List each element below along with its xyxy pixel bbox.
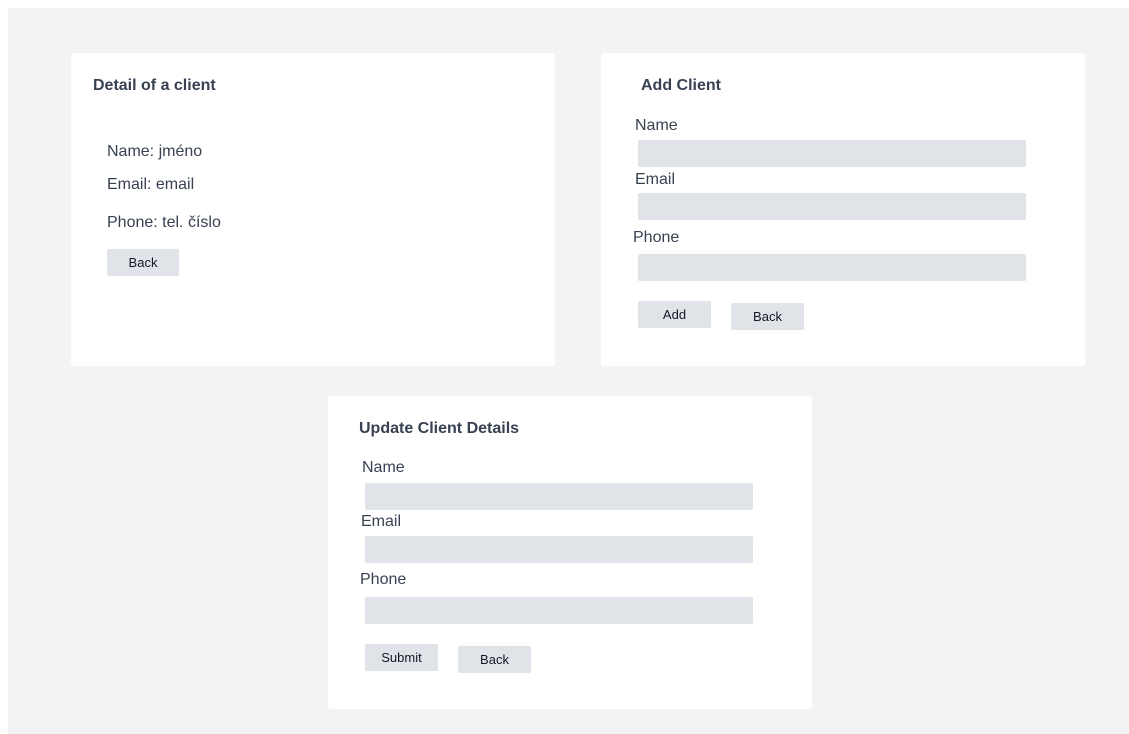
client-detail-card: Detail of a client Name: jméno Email: em… <box>71 53 555 366</box>
update-phone-input[interactable] <box>365 597 753 624</box>
add-email-label: Email <box>635 171 676 188</box>
update-name-input[interactable] <box>365 483 753 510</box>
client-detail-title: Detail of a client <box>93 77 216 94</box>
client-phone-line: Phone: tel. číslo <box>107 214 221 231</box>
update-client-card: Update Client Details Name Email Phone S… <box>328 396 812 709</box>
add-client-title: Add Client <box>641 77 721 94</box>
update-back-button[interactable]: Back <box>458 646 531 673</box>
add-phone-input[interactable] <box>638 254 1026 281</box>
add-name-label: Name <box>635 117 678 134</box>
add-email-input[interactable] <box>638 193 1026 220</box>
update-name-label: Name <box>362 459 405 476</box>
update-client-title: Update Client Details <box>359 420 520 437</box>
update-submit-button[interactable]: Submit <box>365 644 438 671</box>
add-back-button[interactable]: Back <box>731 303 804 330</box>
client-name-line: Name: jméno <box>107 143 203 160</box>
add-client-button[interactable]: Add <box>638 301 711 328</box>
update-email-input[interactable] <box>365 536 753 563</box>
add-client-card: Add Client Name Email Phone Add Back <box>601 53 1085 366</box>
update-phone-label: Phone <box>360 571 407 588</box>
detail-back-button[interactable]: Back <box>107 249 179 276</box>
update-email-label: Email <box>361 513 402 530</box>
add-name-input[interactable] <box>638 140 1026 167</box>
client-email-line: Email: email <box>107 176 195 193</box>
add-phone-label: Phone <box>633 229 680 246</box>
